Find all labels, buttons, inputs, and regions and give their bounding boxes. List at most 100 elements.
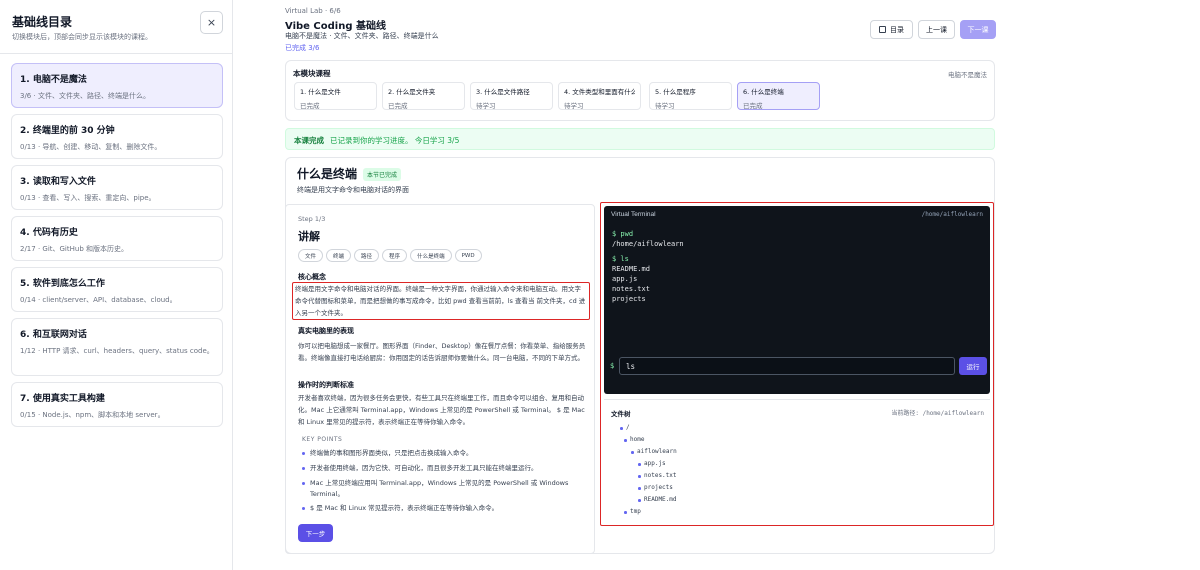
lesson-subtitle: 终端是用文字命令和电脑对话的界面 — [297, 186, 409, 194]
lesson-card-5[interactable]: 5. 什么是程序 待学习 — [649, 82, 732, 110]
terminal-line: app.js — [612, 275, 638, 283]
lesson-card-status: 已完成 — [300, 102, 320, 110]
terminal-line: $ pwd — [612, 230, 634, 238]
tree-node-file[interactable]: app.js — [638, 460, 666, 467]
terminal-highlight-box: Virtual Terminal /home/aiflowlearn $ pwd… — [600, 202, 994, 526]
lesson-card-1[interactable]: 1. 什么是文件 已完成 — [294, 82, 377, 110]
terminal-line: /home/aiflowlearn — [612, 240, 684, 248]
tag[interactable]: 程序 — [382, 249, 408, 262]
terminal-line: $ ls — [612, 255, 629, 263]
terminal-prompt: $ — [610, 362, 615, 370]
terminal-path: /home/aiflowlearn — [921, 211, 983, 218]
page-title: Vibe Coding 基础线 — [285, 21, 386, 32]
terminal-line: README.md — [612, 265, 650, 273]
module-desc: 3/6 · 文件、文件夹、路径、终端是什么。 — [20, 92, 150, 100]
module-courses-panel: 本模块课程 电脑不是魔法 1. 什么是文件 已完成 2. 什么是文件夹 已完成 … — [285, 60, 995, 121]
key-point: 终端做的事和图形界面类似，只是把点击换成输入命令。 — [302, 448, 587, 459]
close-icon[interactable]: × — [200, 11, 223, 34]
section-text-core: 终端是用文字命令和电脑对话的界面。终端是一种文字界面，你通过输入命令来和电脑互动… — [292, 282, 590, 320]
lesson-card-status: 已完成 — [388, 102, 408, 110]
terminal-line: notes.txt — [612, 285, 650, 293]
key-points-label: KEY POINTS — [302, 436, 343, 443]
lesson-status-badge: 本节已完成 — [363, 168, 402, 181]
content-heading: 讲解 — [298, 230, 320, 243]
lesson-card-title: 1. 什么是文件 — [300, 88, 341, 96]
completion-banner: 本课完成 已记录到你的学习进度。 今日学习 3/5 — [285, 128, 995, 150]
module-title: 5. 软件到底怎么工作 — [20, 279, 105, 289]
progress-text: 已完成 3/6 — [285, 44, 320, 52]
prev-lesson-button[interactable]: 上一课 — [918, 20, 955, 39]
section-title-core: 核心概念 — [298, 273, 326, 281]
module-title: 7. 使用真实工具构建 — [20, 394, 105, 404]
key-point: 开发者使用终端，因为它快、可自动化，而且很多开发工具只能在终端里运行。 — [302, 463, 587, 474]
module-desc: 0/13 · 导航、创建、移动、复制、删除文件。 — [20, 143, 162, 151]
lesson-card-title: 4. 文件类型和里面有什么 — [564, 88, 635, 96]
tree-node-folder[interactable]: projects — [638, 484, 673, 491]
tag[interactable]: PWD — [454, 249, 482, 262]
module-item-2[interactable]: 2. 终端里的前 30 分钟 0/13 · 导航、创建、移动、复制、删除文件。 — [11, 114, 223, 159]
toc-button[interactable]: 目录 — [870, 20, 913, 39]
terminal-command-input[interactable]: ls — [619, 357, 955, 375]
module-item-1[interactable]: 1. 电脑不是魔法 3/6 · 文件、文件夹、路径、终端是什么。 — [11, 63, 223, 108]
key-point: $ 是 Mac 和 Linux 常见提示符，表示终端正在等待你输入命令。 — [302, 503, 587, 514]
run-button[interactable]: 运行 — [959, 357, 987, 375]
next-lesson-button[interactable]: 下一课 — [960, 20, 996, 39]
lesson-card-title: 5. 什么是程序 — [655, 88, 696, 96]
module-desc: 0/15 · Node.js、npm、脚本和本地 server。 — [20, 411, 165, 419]
lesson-card-4[interactable]: 4. 文件类型和里面有什么 待学习 — [558, 82, 641, 110]
file-tree: 文件树 当前路径: /home/aiflowlearn / home aiflo… — [604, 399, 990, 521]
completion-banner-text: 已记录到你的学习进度。 今日学习 3/5 — [330, 136, 460, 145]
section-text-judgement: 开发者喜欢终端，因为很多任务会更快，有些工具只在终端里工作，而且命令可以组合、复… — [298, 394, 585, 426]
module-title: 6. 和互联网对话 — [20, 330, 87, 340]
section-title-judgement: 操作时的判断标准 — [298, 381, 354, 389]
tree-node-file[interactable]: notes.txt — [638, 472, 677, 479]
module-item-3[interactable]: 3. 读取和写入文件 0/13 · 查看、写入、搜索、重定向、pipe。 — [11, 165, 223, 210]
section-text-real: 你可以把电脑想成一家餐厅。图形界面（Finder、Desktop）像在餐厅点餐：… — [298, 342, 586, 362]
tree-node-file[interactable]: README.md — [638, 496, 677, 503]
module-title: 1. 电脑不是魔法 — [20, 75, 87, 85]
module-item-5[interactable]: 5. 软件到底怎么工作 0/14 · client/server、API、dat… — [11, 267, 223, 312]
tag[interactable]: 文件 — [298, 249, 324, 262]
page-subtitle: 电脑不是魔法 · 文件、文件夹、路径、终端是什么 — [285, 32, 439, 40]
sidebar: 基础线目录 切换模块后，顶部会同步显示该模块的课程。 × 1. 电脑不是魔法 3… — [0, 0, 233, 570]
lesson-card-2[interactable]: 2. 什么是文件夹 已完成 — [382, 82, 465, 110]
sidebar-subtitle: 切换模块后，顶部会同步显示该模块的课程。 — [12, 33, 152, 41]
lesson-card-6[interactable]: 6. 什么是终端 已完成 — [737, 82, 820, 110]
breadcrumb: Virtual Lab · 6/6 — [285, 7, 341, 15]
tag[interactable]: 路径 — [354, 249, 380, 262]
lesson-card-status: 待学习 — [564, 102, 584, 110]
module-item-4[interactable]: 4. 代码有历史 2/17 · Git、GitHub 和版本历史。 — [11, 216, 223, 261]
lesson-card-status: 已完成 — [743, 102, 763, 110]
module-title: 2. 终端里的前 30 分钟 — [20, 126, 115, 136]
tree-node-root[interactable]: / — [620, 424, 630, 431]
module-item-7[interactable]: 7. 使用真实工具构建 0/15 · Node.js、npm、脚本和本地 ser… — [11, 382, 223, 427]
tree-node-folder[interactable]: tmp — [624, 508, 641, 515]
tree-node-folder[interactable]: aiflowlearn — [631, 448, 677, 455]
module-courses-module-name: 电脑不是魔法 — [948, 71, 987, 79]
lesson-card-status: 待学习 — [476, 102, 496, 110]
tree-node-folder[interactable]: home — [623, 436, 644, 443]
tag[interactable]: 什么是终端 — [410, 249, 452, 262]
lesson-title: 什么是终端 — [297, 167, 358, 181]
virtual-terminal[interactable]: Virtual Terminal /home/aiflowlearn $ pwd… — [604, 206, 990, 394]
module-title: 4. 代码有历史 — [20, 228, 78, 238]
toc-button-label: 目录 — [890, 25, 904, 34]
lesson-card-title: 6. 什么是终端 — [743, 88, 784, 96]
completion-banner-title: 本课完成 — [294, 136, 324, 145]
lesson-card-3[interactable]: 3. 什么是文件路径 待学习 — [470, 82, 553, 110]
terminal-line: projects — [612, 295, 646, 303]
step-indicator: Step 1/3 — [298, 215, 326, 223]
sidebar-divider — [0, 53, 232, 54]
lesson-card-title: 3. 什么是文件路径 — [476, 88, 530, 96]
module-item-6[interactable]: 6. 和互联网对话 1/12 · HTTP 请求、curl、headers、qu… — [11, 318, 223, 376]
sidebar-title: 基础线目录 — [12, 15, 73, 29]
module-desc: 0/14 · client/server、API、database、cloud。 — [20, 296, 177, 304]
terminal-title: Virtual Terminal — [611, 211, 656, 218]
tag[interactable]: 终端 — [326, 249, 352, 262]
lesson-card-status: 待学习 — [655, 102, 675, 110]
book-icon — [879, 26, 886, 33]
file-tree-label: 文件树 — [611, 410, 631, 418]
next-step-button[interactable]: 下一步 — [298, 524, 333, 542]
lesson-content: Step 1/3 讲解 文件 终端 路径 程序 什么是终端 PWD 核心概念 终… — [285, 204, 595, 554]
module-title: 3. 读取和写入文件 — [20, 177, 96, 187]
